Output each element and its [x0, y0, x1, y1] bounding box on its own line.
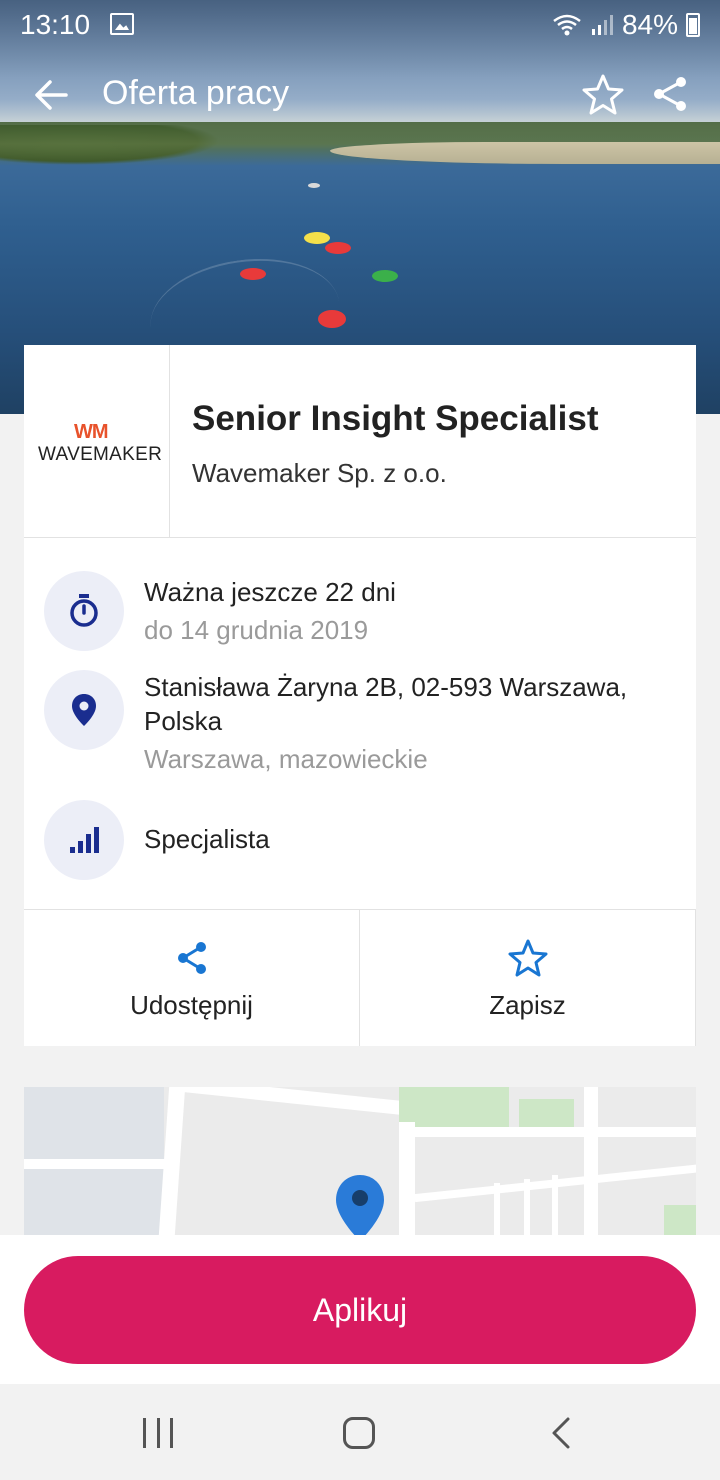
location-map[interactable]	[24, 1087, 696, 1235]
logo-mark: WM	[74, 421, 109, 443]
save-button[interactable]: Zapisz	[360, 910, 696, 1046]
recent-apps-icon[interactable]	[143, 1418, 173, 1448]
level-text: Specjalista	[144, 824, 270, 854]
share-label: Udostępnij	[130, 990, 253, 1020]
gallery-notification-icon	[110, 13, 134, 35]
map-pin-icon	[336, 1175, 384, 1235]
validity-text: Ważna jeszcze 22 dni	[144, 577, 396, 607]
company-name: Wavemaker Sp. z o.o.	[192, 458, 447, 488]
system-nav-bar	[0, 1384, 720, 1480]
page-title: Oferta pracy	[102, 74, 290, 112]
location-pin-icon	[44, 670, 124, 750]
company-logo: WM WAVEMAKER	[24, 345, 170, 538]
address-line-1: Stanisława Żaryna 2B, 02-593 Warszawa,	[144, 672, 628, 702]
location-region: Warszawa, mazowieckie	[144, 744, 428, 774]
nav-back-icon[interactable]	[548, 1416, 574, 1450]
battery-percentage: 84%	[621, 9, 678, 40]
job-details: Ważna jeszcze 22 dni do 14 grudnia 2019 …	[24, 538, 696, 910]
job-title: Senior Insight Specialist	[192, 399, 599, 438]
apply-button[interactable]: Aplikuj	[24, 1256, 696, 1364]
star-outline-icon[interactable]	[580, 72, 626, 118]
status-bar: 13:10 84%	[0, 0, 720, 52]
validity-date: do 14 grudnia 2019	[144, 615, 369, 645]
job-card: WM WAVEMAKER Senior Insight Specialist W…	[24, 345, 696, 1046]
address-line-2: Polska	[144, 706, 223, 736]
battery-icon	[686, 13, 700, 37]
home-icon[interactable]	[343, 1417, 375, 1449]
share-icon[interactable]	[650, 74, 690, 114]
share-icon	[177, 942, 206, 974]
share-button[interactable]: Udostępnij	[24, 910, 360, 1046]
job-header: WM WAVEMAKER Senior Insight Specialist W…	[24, 345, 696, 538]
timer-icon	[44, 571, 124, 651]
apply-bar: Aplikuj	[0, 1235, 720, 1384]
logo-text: WAVEMAKER	[38, 444, 163, 465]
app-bar: Oferta pracy	[0, 60, 720, 130]
wifi-icon	[553, 14, 581, 36]
save-label: Zapisz	[489, 990, 566, 1020]
star-outline-icon	[508, 939, 547, 977]
signal-bars-icon	[44, 800, 124, 880]
status-time: 13:10	[20, 9, 91, 40]
back-arrow-icon[interactable]	[30, 74, 72, 116]
action-row: Udostępnij Zapisz	[24, 910, 696, 1046]
signal-icon	[591, 15, 613, 35]
